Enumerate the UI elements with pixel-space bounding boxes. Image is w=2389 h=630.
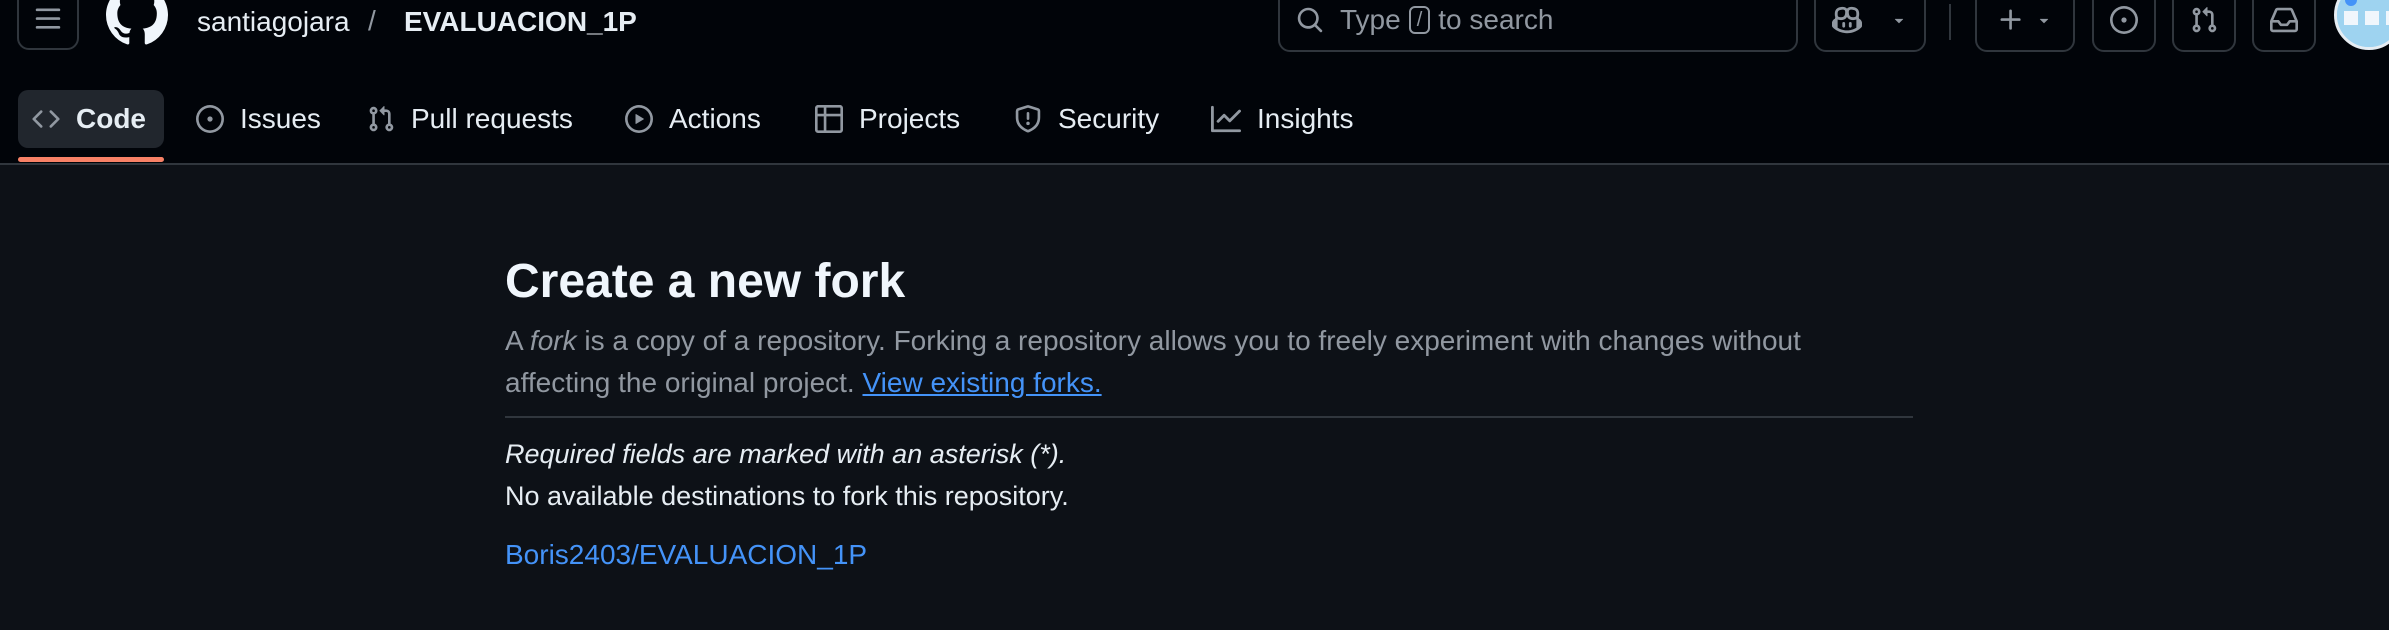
parent-repo-link[interactable]: Boris2403/EVALUACION_1P [505, 539, 867, 571]
tab-code-label: Code [76, 103, 146, 134]
git-pull-request-icon [369, 106, 394, 132]
tab-insights-label: Insights [1257, 103, 1354, 134]
code-icon [32, 110, 60, 128]
user-avatar[interactable] [2334, 0, 2389, 50]
pull-requests-button[interactable] [2172, 0, 2236, 52]
tab-projects[interactable]: Projects [801, 90, 974, 148]
chevron-down-icon [2039, 18, 2049, 24]
tab-pull-requests[interactable]: Pull requests [353, 90, 587, 148]
desc-fork-term: fork [529, 325, 577, 356]
breadcrumb-separator: / [368, 5, 376, 36]
tab-security[interactable]: Security [1000, 90, 1173, 148]
tab-actions[interactable]: Actions [611, 90, 775, 148]
page-title: Create a new fork [505, 255, 906, 308]
tab-projects-label: Projects [859, 103, 961, 134]
play-icon [625, 105, 653, 133]
tab-security-label: Security [1058, 103, 1160, 134]
tab-actions-label: Actions [669, 103, 761, 134]
copilot-button[interactable] [1814, 0, 1926, 52]
divider [505, 416, 1913, 418]
graph-icon [1211, 105, 1241, 133]
repo-name-link[interactable]: EVALUACION_1P [404, 6, 637, 38]
search-icon [1296, 6, 1324, 34]
hamburger-icon [35, 8, 61, 29]
menu-button[interactable] [17, 0, 79, 50]
table-icon [815, 105, 843, 133]
copilot-icon [1832, 6, 1862, 34]
issue-opened-icon [2110, 6, 2138, 34]
search-input[interactable]: Type / to search [1278, 0, 1798, 52]
search-placeholder-suffix: to search [1438, 4, 1554, 35]
repo-owner-link[interactable]: santiagojara [197, 6, 350, 38]
search-shortcut-key: / [1408, 6, 1431, 34]
search-placeholder-prefix: Type [1340, 4, 1401, 35]
git-pull-request-icon [2192, 7, 2217, 33]
inbox-button[interactable] [2252, 0, 2316, 52]
fork-description: A fork is a copy of a repository. Forkin… [505, 320, 1905, 404]
tab-code[interactable]: Code [18, 90, 164, 148]
tab-pull-requests-label: Pull requests [411, 103, 573, 134]
desc-body: is a copy of a repository. Forking a rep… [505, 325, 1801, 398]
tab-issues[interactable]: Issues [182, 90, 335, 148]
active-tab-underline [18, 157, 164, 162]
tab-insights[interactable]: Insights [1197, 90, 1368, 148]
chevron-down-icon [1894, 18, 1904, 24]
desc-prefix: A [505, 325, 530, 356]
issues-button[interactable] [2092, 0, 2156, 52]
view-existing-forks-link[interactable]: View existing forks. [862, 367, 1101, 398]
plus-icon [2000, 9, 2021, 30]
no-destinations-message: No available destinations to fork this r… [505, 481, 1069, 511]
app-header: santiagojara / EVALUACION_1P Type / to s… [0, 0, 2389, 165]
issue-opened-icon [196, 105, 224, 133]
header-divider [1949, 4, 1951, 40]
inbox-icon [2270, 7, 2298, 33]
shield-icon [1015, 105, 1041, 133]
avatar-identicon-icon [2337, 0, 2389, 47]
create-new-button[interactable] [1975, 0, 2075, 52]
tab-issues-label: Issues [240, 103, 321, 134]
required-fields-note: Required fields are marked with an aster… [505, 439, 1067, 469]
github-logo-icon[interactable] [106, 0, 168, 46]
